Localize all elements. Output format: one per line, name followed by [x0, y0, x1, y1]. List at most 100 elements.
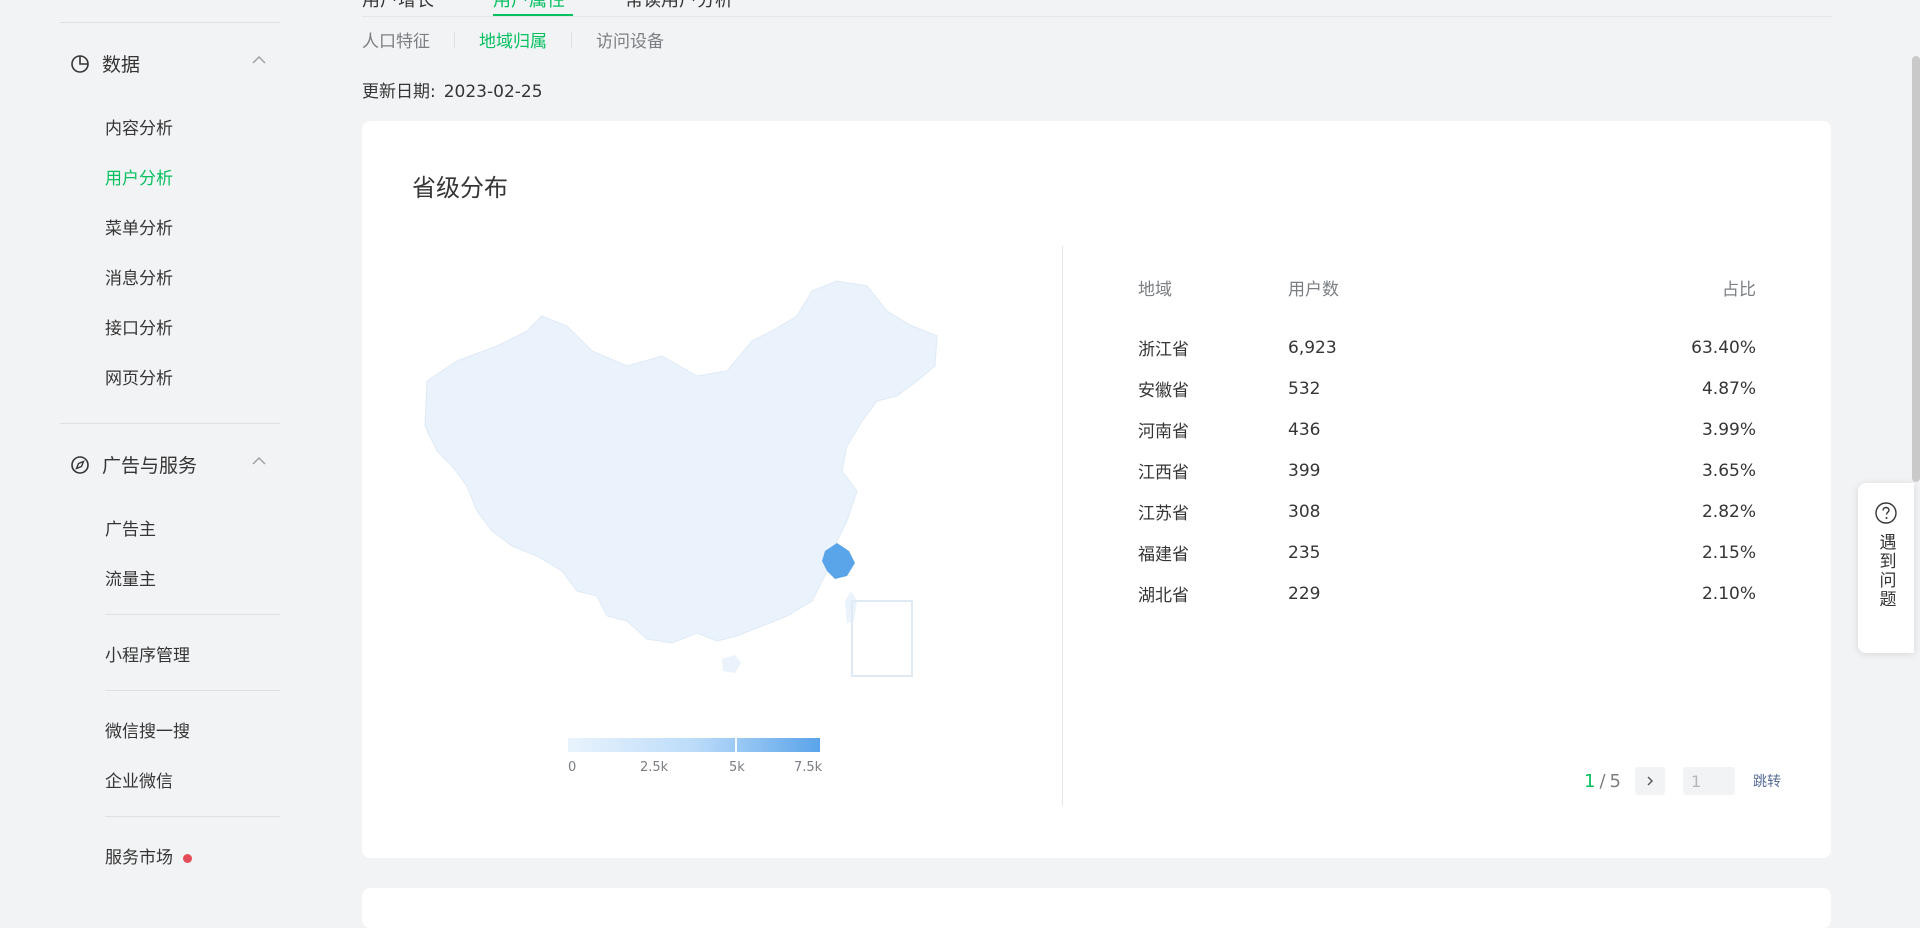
update-date-label: 更新日期: — [362, 82, 436, 102]
legend-label: 5k — [729, 760, 745, 775]
cell-users: 532 — [1288, 378, 1321, 399]
sidebar-section-label: 广告与服务 — [102, 455, 198, 477]
sidebar-item-service-market[interactable]: 服务市场 — [105, 843, 192, 868]
table-row: 江西省 399 3.65% — [1138, 450, 1756, 491]
sidebar-item-menu-analysis[interactable]: 菜单分析 — [105, 214, 173, 239]
sidebar-divider — [105, 816, 280, 817]
tab-devices[interactable]: 访问设备 — [596, 27, 664, 52]
sidebar-item-web-analysis[interactable]: 网页分析 — [105, 364, 173, 389]
pie-chart-icon — [70, 54, 90, 74]
sidebar-divider — [60, 22, 280, 23]
province-distribution-card: 省级分布 0 2.5k 5k 7.5k 地域 用户数 占比 浙江省 6,923 … — [362, 121, 1831, 858]
map-south-sea-inset — [851, 600, 913, 677]
cell-share: 63.40% — [1691, 337, 1756, 358]
region-table: 地域 用户数 占比 浙江省 6,923 63.40% 安徽省 532 4.87%… — [1138, 269, 1756, 614]
notification-dot — [183, 853, 192, 863]
cell-region: 河南省 — [1138, 422, 1189, 442]
cell-share: 3.99% — [1701, 419, 1756, 440]
column-header-share: 占比 — [1722, 279, 1756, 300]
sidebar-item-api-analysis[interactable]: 接口分析 — [105, 314, 173, 339]
sidebar: 数据 内容分析 用户分析 菜单分析 消息分析 接口分析 网页分析 广告与服务 广… — [0, 0, 315, 902]
table-row: 湖北省 229 2.10% — [1138, 573, 1756, 614]
cell-share: 4.87% — [1701, 378, 1756, 399]
chevron-up-icon[interactable] — [250, 52, 268, 70]
cell-region: 福建省 — [1138, 545, 1189, 565]
sub-tabs: 人口特征 地域归属 访问设备 — [362, 27, 664, 52]
cell-region: 安徽省 — [1138, 381, 1189, 401]
legend-marker — [735, 738, 737, 752]
sidebar-item-label: 服务市场 — [105, 848, 173, 868]
sidebar-item-publisher[interactable]: 流量主 — [105, 565, 156, 590]
cell-users: 436 — [1288, 419, 1321, 440]
table-row: 安徽省 532 4.87% — [1138, 368, 1756, 409]
tab-user-attributes[interactable]: 用户属性 — [493, 0, 565, 12]
sidebar-section-data[interactable]: 数据 — [70, 50, 140, 77]
cell-region: 浙江省 — [1138, 340, 1189, 360]
jump-button[interactable]: 跳转 — [1753, 771, 1781, 791]
cell-users: 235 — [1288, 542, 1321, 563]
cell-share: 2.10% — [1701, 583, 1756, 604]
sidebar-item-wechat-search[interactable]: 微信搜一搜 — [105, 717, 190, 742]
cell-users: 229 — [1288, 583, 1321, 604]
sidebar-item-mini-program[interactable]: 小程序管理 — [105, 641, 190, 666]
tab-demographics[interactable]: 人口特征 — [362, 27, 430, 52]
question-circle-icon — [1875, 502, 1897, 524]
cell-region: 江苏省 — [1138, 504, 1189, 524]
cell-region: 江西省 — [1138, 463, 1189, 483]
card-title: 省级分布 — [412, 174, 508, 202]
cell-share: 2.82% — [1701, 501, 1756, 522]
legend-label: 2.5k — [640, 760, 669, 775]
next-card — [362, 888, 1831, 928]
cell-users: 308 — [1288, 501, 1321, 522]
legend-label: 0 — [568, 760, 577, 775]
page-jump-input[interactable] — [1682, 767, 1735, 795]
column-header-users: 用户数 — [1288, 279, 1339, 300]
tab-frequent-readers[interactable]: 常读用户分析 — [625, 0, 733, 12]
update-date-value: 2023-02-25 — [443, 82, 543, 102]
sidebar-item-content-analysis[interactable]: 内容分析 — [105, 114, 173, 139]
scrollbar-thumb[interactable] — [1912, 56, 1920, 482]
map-legend: 0 2.5k 5k 7.5k — [568, 738, 822, 780]
table-row: 江苏省 308 2.82% — [1138, 491, 1756, 532]
sidebar-item-message-analysis[interactable]: 消息分析 — [105, 264, 173, 289]
tab-user-growth[interactable]: 用户增长 — [362, 0, 434, 12]
tab-separator — [454, 31, 455, 48]
sidebar-divider — [105, 690, 280, 691]
sidebar-divider — [60, 423, 280, 424]
sidebar-divider — [105, 614, 280, 615]
pagination: 1 / 5 跳转 — [1584, 767, 1781, 795]
column-header-region: 地域 — [1138, 279, 1172, 300]
page-current: 1 — [1584, 770, 1596, 792]
cell-users: 399 — [1288, 460, 1321, 481]
help-label: 遇到问题 — [1875, 533, 1896, 609]
cell-share: 3.65% — [1701, 460, 1756, 481]
compass-icon — [70, 455, 90, 475]
table-row: 福建省 235 2.15% — [1138, 532, 1756, 573]
tabs-baseline — [362, 16, 1832, 17]
sidebar-section-label: 数据 — [102, 54, 141, 76]
cell-region: 湖北省 — [1138, 586, 1189, 606]
tab-region[interactable]: 地域归属 — [479, 27, 547, 52]
page-separator: / — [1599, 770, 1606, 792]
chevron-up-icon[interactable] — [250, 453, 268, 471]
chevron-right-icon — [1647, 776, 1653, 786]
sidebar-item-user-analysis[interactable]: 用户分析 — [105, 164, 173, 189]
sidebar-item-advertiser[interactable]: 广告主 — [105, 515, 156, 540]
china-map-svg — [424, 280, 938, 677]
cell-share: 2.15% — [1701, 542, 1756, 563]
cell-users: 6,923 — [1288, 337, 1337, 358]
next-page-button[interactable] — [1634, 767, 1665, 795]
help-float-button[interactable]: 遇到问题 — [1858, 483, 1914, 653]
map-mainland — [424, 280, 938, 644]
sidebar-item-wecom[interactable]: 企业微信 — [105, 767, 173, 792]
china-map[interactable] — [417, 271, 977, 705]
tab-separator — [571, 31, 572, 48]
map-hainan — [722, 655, 741, 673]
table-row: 浙江省 6,923 63.40% — [1138, 305, 1756, 368]
active-tab-indicator — [493, 14, 573, 16]
update-date: 更新日期: 2023-02-25 — [362, 77, 543, 102]
legend-gradient-bar — [568, 738, 820, 752]
page-total: 5 — [1609, 770, 1621, 792]
sidebar-section-ads[interactable]: 广告与服务 — [70, 451, 197, 478]
card-divider — [1062, 246, 1063, 806]
